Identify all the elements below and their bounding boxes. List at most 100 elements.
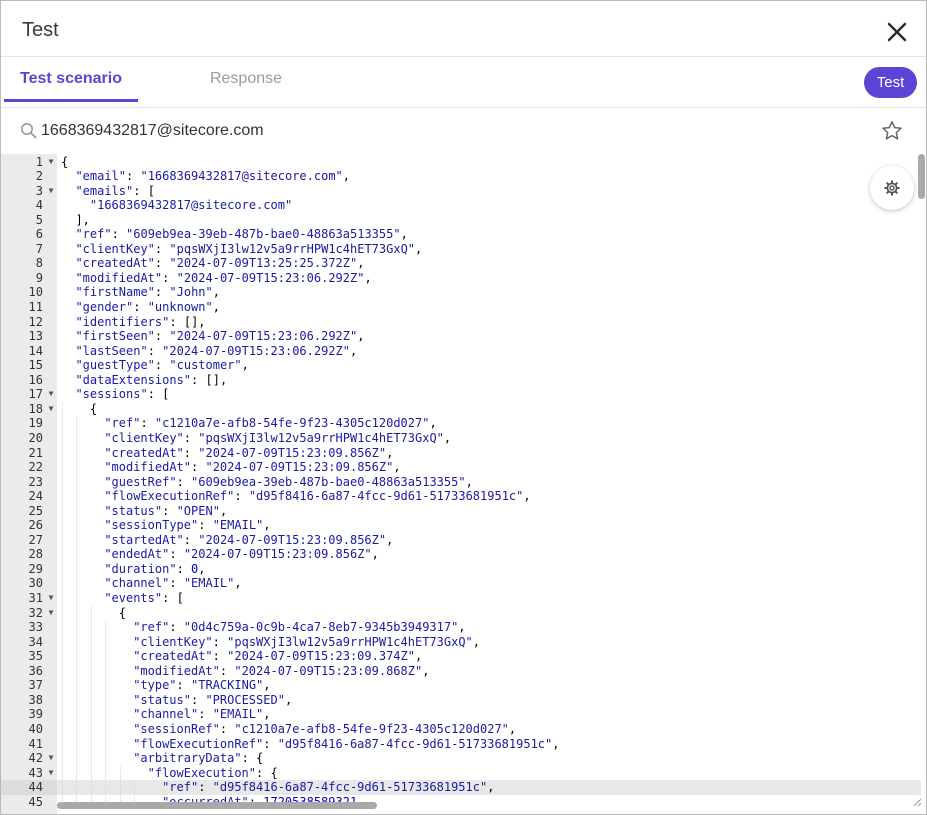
code-line[interactable]: 12 "identifiers": [], (1, 315, 861, 330)
code-text: ], (75, 212, 90, 227)
code-text: "duration": 0, (104, 561, 206, 576)
code-line[interactable]: 28 "endedAt": "2024-07-09T15:23:09.856Z", (1, 547, 861, 562)
gear-icon (884, 180, 900, 196)
line-number: 2 (35, 169, 43, 184)
code-line[interactable]: 20 "clientKey": "pqsWXjI3lw12v5a9rrHPW1c4… (1, 431, 861, 446)
line-number: 3 (35, 183, 43, 198)
line-number: 28 (28, 547, 43, 562)
horizontal-scrollbar[interactable] (57, 802, 377, 809)
code-line[interactable]: 5], (1, 213, 861, 228)
code-line[interactable]: 23 "guestRef": "609eb9ea-39eb-487b-bae0-4… (1, 475, 861, 490)
code-line[interactable]: 16 "dataExtensions": [], (1, 373, 861, 388)
code-line[interactable]: 14 "lastSeen": "2024-07-09T15:23:06.292Z"… (1, 344, 861, 359)
code-text: "modifiedAt": "2024-07-09T15:23:06.292Z"… (75, 270, 372, 285)
vertical-scrollbar[interactable] (918, 154, 925, 199)
code-editor[interactable]: 1 ▼{2 "email": "1668369432817@sitecore.com… (1, 154, 926, 814)
line-number: 5 (35, 212, 43, 227)
fold-toggle-icon[interactable]: ▼ (46, 387, 56, 402)
code-line[interactable]: 32 ▼ { (1, 606, 861, 621)
code-line[interactable]: 2 "email": "1668369432817@sitecore.com", (1, 169, 861, 184)
code-line[interactable]: 37 "type": "TRACKING", (1, 678, 861, 693)
close-button[interactable] (883, 18, 911, 46)
code-line[interactable]: 25 "status": "OPEN", (1, 504, 861, 519)
code-line[interactable]: 42 ▼ "arbitraryData": { (1, 751, 861, 766)
code-line[interactable]: 18 ▼ { (1, 402, 861, 417)
code-line[interactable]: 13 "firstSeen": "2024-07-09T15:23:06.292Z… (1, 329, 861, 344)
line-number: 43 (28, 765, 43, 780)
code-line[interactable]: 36 "modifiedAt": "2024-07-09T15:23:09.868… (1, 664, 861, 679)
fold-toggle-icon[interactable]: ▼ (46, 184, 56, 199)
line-number: 8 (35, 256, 43, 271)
line-number: 17 (28, 387, 43, 402)
line-number: 35 (28, 649, 43, 664)
code-line[interactable]: 27 "startedAt": "2024-07-09T15:23:09.856Z… (1, 533, 861, 548)
line-number: 22 (28, 460, 43, 475)
code-text: "type": "TRACKING", (133, 678, 271, 693)
code-text: "events": [ (104, 591, 184, 605)
tab-test-scenario[interactable]: Test scenario (4, 57, 138, 102)
search-input[interactable] (41, 118, 821, 144)
line-number: 20 (28, 430, 43, 445)
line-number: 14 (28, 343, 43, 358)
code-line[interactable]: 11 "gender": "unknown", (1, 300, 861, 315)
fold-toggle-icon[interactable]: ▼ (46, 155, 56, 170)
line-number: 6 (35, 227, 43, 242)
fold-toggle-icon[interactable]: ▼ (46, 606, 56, 621)
code-line[interactable]: 34 "clientKey": "pqsWXjI3lw12v5a9rrHPW1c4… (1, 635, 861, 650)
code-line[interactable]: 38 "status": "PROCESSED", (1, 693, 861, 708)
code-line[interactable]: 3 ▼ "emails": [ (1, 184, 861, 199)
code-line[interactable]: 15 "guestType": "customer", (1, 358, 861, 373)
code-line[interactable]: 22 "modifiedAt": "2024-07-09T15:23:09.856… (1, 460, 861, 475)
line-number: 44 (28, 780, 43, 795)
editor-settings-button[interactable] (870, 166, 914, 210)
code-line[interactable]: 10 "firstName": "John", (1, 285, 861, 300)
resize-grip-icon[interactable] (912, 797, 922, 807)
code-line[interactable]: 1 ▼ { (1, 155, 861, 170)
test-dialog: Test Test scenario Response Test 1▼{2"em… (0, 0, 927, 815)
code-line[interactable]: 33 "ref": "0d4c759a-0c9b-4ca7-8eb7-9345b3… (1, 620, 861, 635)
dialog-title: Test (22, 19, 59, 41)
fold-toggle-icon[interactable]: ▼ (46, 402, 56, 417)
code-text: "sessionType": "EMAIL", (104, 518, 271, 533)
code-line[interactable]: 19 "ref": "c1210a7e-afb8-54fe-9f23-4305c1… (1, 416, 861, 431)
code-line[interactable]: 41 "flowExecutionRef": "d95f8416-6a87-4fc… (1, 737, 861, 752)
code-text: "arbitraryData": { (133, 751, 264, 766)
code-text: "identifiers": [], (75, 314, 206, 329)
code-line[interactable]: 39 "channel": "EMAIL", (1, 707, 861, 722)
code-text: "guestType": "customer", (75, 358, 249, 373)
line-number: 4 (35, 198, 43, 213)
code-text: { (118, 605, 126, 620)
code-line[interactable]: 9 "modifiedAt": "2024-07-09T15:23:06.292Z… (1, 271, 861, 286)
code-line[interactable]: 4 "1668369432817@sitecore.com" (1, 198, 861, 213)
code-text: "endedAt": "2024-07-09T15:23:09.856Z", (104, 547, 379, 562)
fold-toggle-icon[interactable]: ▼ (46, 766, 56, 781)
code-text: "guestRef": "609eb9ea-39eb-487b-bae0-488… (104, 474, 473, 489)
code-line[interactable]: 43 ▼ "flowExecution": { (1, 766, 861, 781)
fold-toggle-icon[interactable]: ▼ (46, 751, 56, 766)
code-text: { (89, 401, 98, 416)
line-number: 21 (28, 445, 43, 460)
code-line[interactable]: 24 "flowExecutionRef": "d95f8416-6a87-4fc… (1, 489, 861, 504)
code-line[interactable]: 21 "createdAt": "2024-07-09T15:23:09.856Z… (1, 446, 861, 461)
test-button[interactable]: Test (864, 67, 917, 98)
code-text: "emails": [ (75, 183, 155, 198)
code-line[interactable]: 7 "clientKey": "pqsWXjI3lw12v5a9rrHPW1c4h… (1, 242, 861, 257)
code-line[interactable]: 40 "sessionRef": "c1210a7e-afb8-54fe-9f23… (1, 722, 861, 737)
code-line[interactable]: 6 "ref": "609eb9ea-39eb-487b-bae0-48863a5… (1, 227, 861, 242)
code-line[interactable]: 8 "createdAt": "2024-07-09T13:25:25.372Z"… (1, 256, 861, 271)
code-line[interactable]: 30 "channel": "EMAIL", (1, 576, 861, 591)
code-line[interactable]: 44 "ref": "d95f8416-6a87-4fcc-9d61-517336… (1, 780, 861, 795)
line-number: 25 (28, 503, 43, 518)
code-line[interactable]: 31 ▼ "events": [ (1, 591, 861, 606)
code-line[interactable]: 29 "duration": 0, (1, 562, 861, 577)
line-number: 39 (28, 707, 43, 722)
favorite-button[interactable] (880, 119, 904, 143)
code-line[interactable]: 26 "sessionType": "EMAIL", (1, 518, 861, 533)
line-number: 9 (35, 270, 43, 285)
line-number: 7 (35, 241, 43, 256)
code-line[interactable]: 17 ▼ "sessions": [ (1, 387, 861, 402)
code-line[interactable]: 35 "createdAt": "2024-07-09T15:23:09.374Z… (1, 649, 861, 664)
line-number: 42 (28, 751, 43, 766)
fold-toggle-icon[interactable]: ▼ (46, 591, 56, 606)
tab-response[interactable]: Response (191, 57, 301, 99)
